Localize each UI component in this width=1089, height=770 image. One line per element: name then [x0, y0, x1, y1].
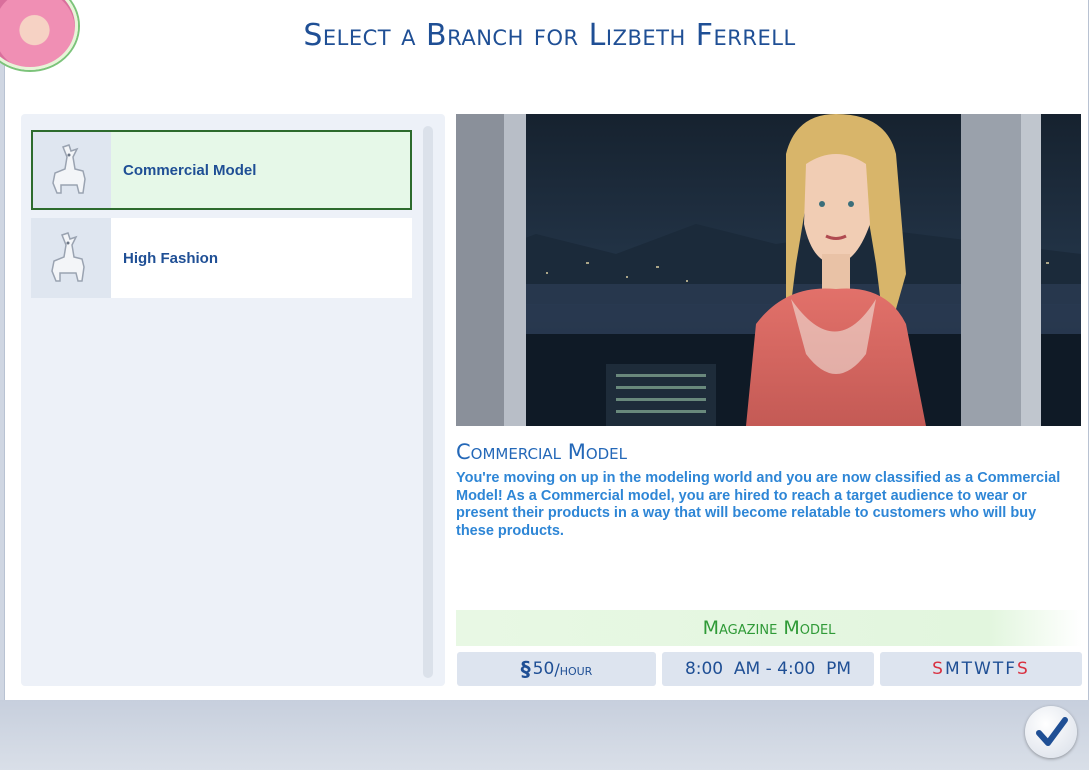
branch-preview-image	[456, 114, 1081, 426]
day-tuesday: T	[961, 659, 975, 679]
day-wednesday: W	[974, 659, 993, 679]
dialog-footer	[0, 700, 1089, 770]
day-sunday: S	[932, 659, 945, 679]
pay-info: § 50 /hour	[457, 652, 656, 686]
day-saturday: S	[1017, 659, 1030, 679]
branch-detail-title: Commercial Model	[456, 440, 628, 464]
career-level-name: Magazine Model	[702, 617, 836, 639]
work-days: S M T W T F S	[880, 652, 1082, 686]
work-hours: 8:00 AM - 4:00 PM	[662, 652, 874, 686]
branch-item-commercial-model[interactable]: Commercial Model	[31, 130, 412, 210]
llama-icon	[33, 132, 111, 208]
branch-label: Commercial Model	[123, 161, 257, 179]
branch-description: You're moving on up in the modeling worl…	[456, 470, 1061, 539]
dialog-title: Select a Branch for Lizbeth Ferrell	[303, 18, 796, 53]
pay-value: 50	[532, 659, 555, 679]
simoleon-icon: §	[520, 657, 531, 681]
confirm-button[interactable]	[1025, 706, 1077, 758]
checkmark-icon	[1036, 717, 1068, 746]
branch-dialog: Select a Branch for Lizbeth Ferrell Comm…	[4, 0, 1089, 700]
branch-list-scrollbar[interactable]	[423, 126, 433, 678]
day-friday: F	[1005, 659, 1018, 679]
work-hours-text: 8:00 AM - 4:00 PM	[684, 659, 852, 679]
branch-list: Commercial Model High Fashion	[21, 114, 445, 686]
career-level-banner: Magazine Model	[456, 610, 1082, 646]
llama-icon	[31, 218, 111, 298]
branch-item-high-fashion[interactable]: High Fashion	[31, 218, 412, 298]
day-monday: M	[944, 659, 962, 679]
branch-label: High Fashion	[123, 249, 218, 267]
day-thursday: T	[992, 659, 1006, 679]
pay-unit: /hour	[554, 659, 593, 679]
